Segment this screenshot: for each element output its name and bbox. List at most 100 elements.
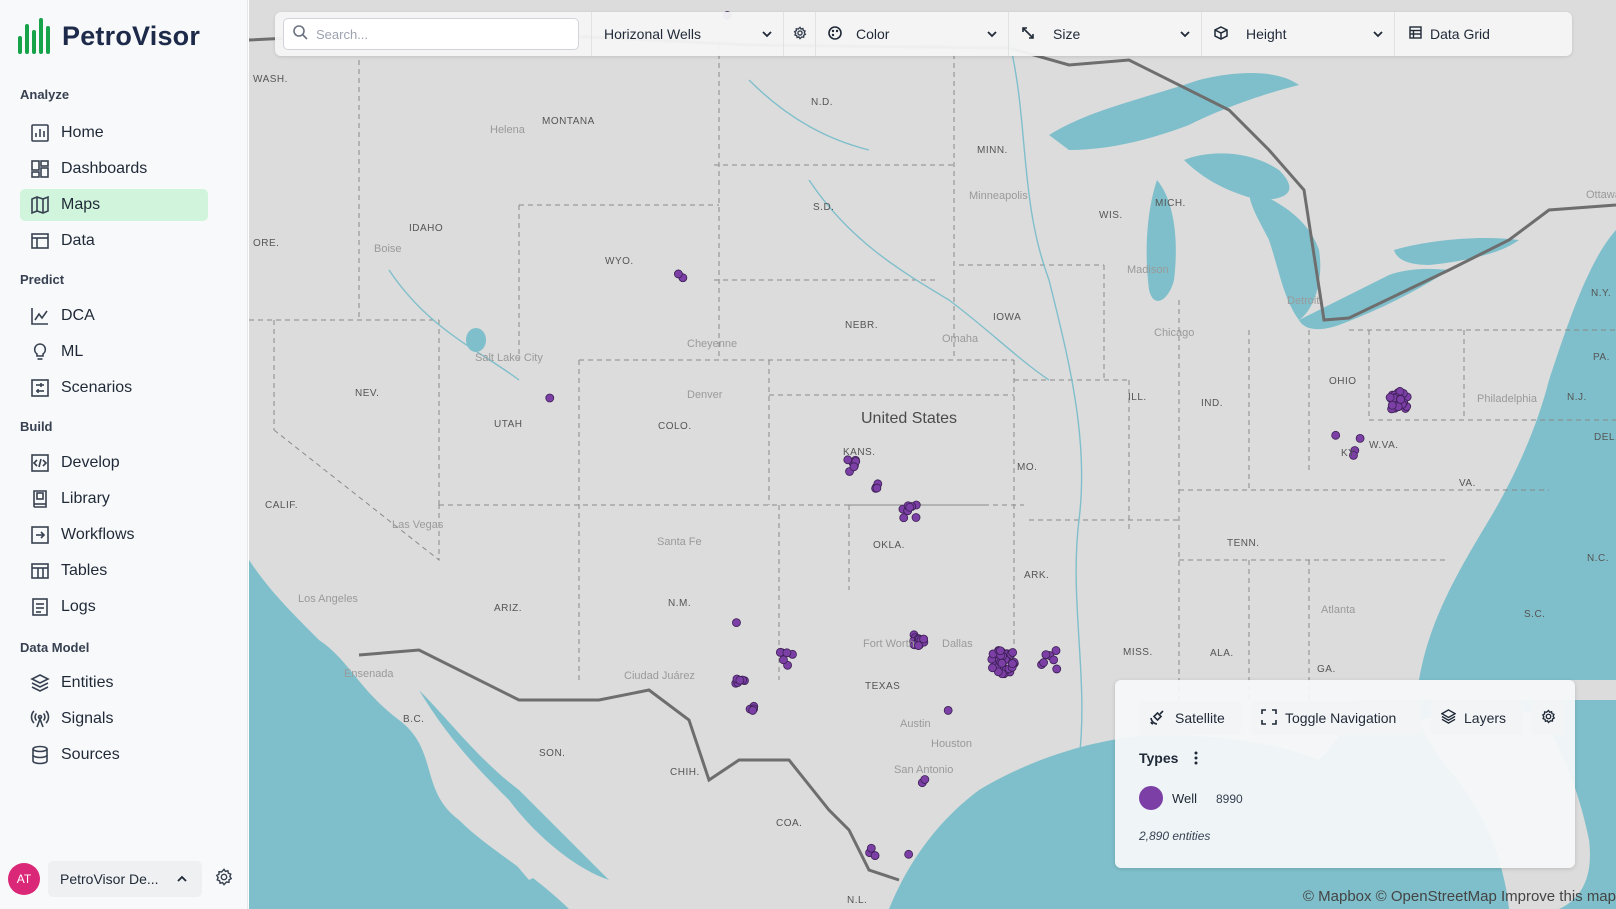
well-marker[interactable]: [732, 618, 741, 628]
city-label: Los Angeles: [298, 593, 358, 605]
lightbulb-icon: [29, 341, 51, 363]
well-marker[interactable]: [905, 502, 915, 512]
sidebar-item-tables[interactable]: Tables: [20, 555, 208, 587]
resize-icon: [1021, 26, 1035, 43]
well-marker[interactable]: [988, 663, 997, 673]
city-label: Salt Lake City: [475, 352, 543, 364]
database-icon: [29, 744, 51, 766]
sidebar-item-sources[interactable]: Sources: [20, 739, 208, 771]
state-label: S.C.: [1524, 609, 1546, 620]
well-marker[interactable]: [545, 393, 555, 403]
sidebar-item-library[interactable]: Library: [20, 483, 208, 515]
map-attribution[interactable]: © Mapbox © OpenStreetMap Improve this ma…: [1303, 888, 1616, 905]
toggle-navigation-label: Toggle Navigation: [1285, 710, 1397, 726]
state-label: VA.: [1459, 478, 1476, 489]
city-label: Fort Worth: [863, 638, 915, 650]
state-label: WYO.: [605, 256, 634, 267]
entity-count: 2,890 entities: [1139, 829, 1211, 843]
satellite-button[interactable]: Satellite: [1139, 701, 1241, 735]
well-marker[interactable]: [779, 655, 788, 665]
well-marker[interactable]: [920, 775, 930, 784]
size-dropdown[interactable]: Size: [1008, 12, 1201, 56]
well-marker[interactable]: [911, 513, 921, 522]
size-label: Size: [1053, 26, 1081, 42]
sidebar-item-develop[interactable]: Develop: [20, 447, 208, 479]
sidebar-item-home[interactable]: Home: [20, 117, 208, 149]
sidebar-item-label: Maps: [61, 196, 101, 213]
legend-settings-button[interactable]: [1531, 701, 1565, 735]
well-marker[interactable]: [1387, 400, 1397, 410]
well-marker[interactable]: [872, 483, 882, 493]
well-marker[interactable]: [1008, 648, 1018, 657]
more-options-icon[interactable]: [1193, 750, 1199, 771]
sidebar-item-ml[interactable]: ML: [20, 336, 208, 368]
layers-button[interactable]: Layers: [1431, 701, 1523, 735]
city-label: Santa Fe: [657, 536, 702, 548]
well-marker[interactable]: [870, 851, 880, 860]
app-logo[interactable]: PetroVisor: [18, 16, 200, 56]
state-label: MINN.: [977, 145, 1008, 156]
workflow-icon: [29, 524, 51, 546]
well-marker[interactable]: [943, 706, 953, 715]
well-marker[interactable]: [866, 843, 876, 853]
sidebar-item-scenarios[interactable]: Scenarios: [20, 372, 208, 404]
sidebar-item-dashboards[interactable]: Dashboards: [20, 153, 208, 185]
workspace-selector[interactable]: PetroVisor De...: [48, 861, 202, 897]
section-data-model: Data Model: [20, 640, 90, 655]
well-marker[interactable]: [735, 675, 745, 685]
scope-dropdown[interactable]: Horizonal Wells: [591, 12, 783, 56]
state-label: IOWA: [993, 312, 1022, 323]
well-type-swatch[interactable]: [1139, 786, 1163, 810]
layers-label: Layers: [1464, 710, 1507, 726]
state-label: KANS.: [843, 447, 876, 458]
sidebar-item-label: Workflows: [61, 526, 135, 543]
scope-settings-button[interactable]: [783, 12, 815, 56]
sidebar-item-workflows[interactable]: Workflows: [20, 519, 208, 551]
data-grid-button[interactable]: Data Grid: [1394, 12, 1572, 56]
well-marker[interactable]: [673, 269, 683, 279]
well-marker[interactable]: [1052, 664, 1062, 674]
well-marker[interactable]: [1385, 393, 1395, 402]
well-marker[interactable]: [1008, 659, 1017, 669]
sidebar-item-label: Tables: [61, 562, 108, 579]
chevron-down-icon: [986, 27, 998, 43]
well-marker[interactable]: [1331, 430, 1341, 440]
well-marker[interactable]: [1049, 655, 1059, 665]
well-marker[interactable]: [919, 634, 929, 644]
well-marker[interactable]: [1041, 650, 1051, 660]
height-dropdown[interactable]: Height: [1201, 12, 1394, 56]
well-marker[interactable]: [1355, 434, 1365, 443]
city-label: Houston: [931, 738, 972, 750]
search-input[interactable]: [314, 25, 558, 43]
avatar[interactable]: AT: [8, 863, 40, 895]
sidebar-item-label: Dashboards: [61, 160, 148, 177]
sidebar-item-entities[interactable]: Entities: [20, 667, 208, 699]
well-marker[interactable]: [997, 658, 1007, 668]
well-marker[interactable]: [914, 641, 923, 651]
settings-button[interactable]: [210, 865, 238, 893]
well-marker[interactable]: [899, 513, 909, 523]
sidebar-item-logs[interactable]: Logs: [20, 591, 208, 623]
state-label: ORE.: [253, 238, 280, 249]
city-label: Omaha: [942, 333, 979, 345]
color-dropdown[interactable]: Color: [815, 12, 1008, 56]
well-marker[interactable]: [1396, 395, 1405, 404]
toggle-navigation-button[interactable]: Toggle Navigation: [1251, 701, 1421, 735]
chevron-down-icon: [761, 27, 773, 43]
well-marker[interactable]: [1039, 658, 1048, 667]
sidebar-item-maps[interactable]: Maps: [20, 189, 208, 221]
satellite-icon: [1149, 708, 1167, 729]
search-box: [283, 18, 579, 50]
well-marker[interactable]: [995, 646, 1005, 656]
state-label: S.D.: [813, 202, 835, 213]
well-marker[interactable]: [849, 462, 859, 472]
state-label: MISS.: [1123, 647, 1153, 658]
city-label: Austin: [900, 718, 931, 730]
well-marker[interactable]: [904, 849, 914, 859]
sidebar-item-dca[interactable]: DCA: [20, 300, 208, 332]
city-label: Ciudad Juárez: [624, 670, 695, 682]
well-marker[interactable]: [748, 706, 758, 715]
sidebar-item-data[interactable]: Data: [20, 225, 208, 257]
city-label: San Antonio: [894, 764, 954, 776]
sidebar-item-signals[interactable]: Signals: [20, 703, 208, 735]
